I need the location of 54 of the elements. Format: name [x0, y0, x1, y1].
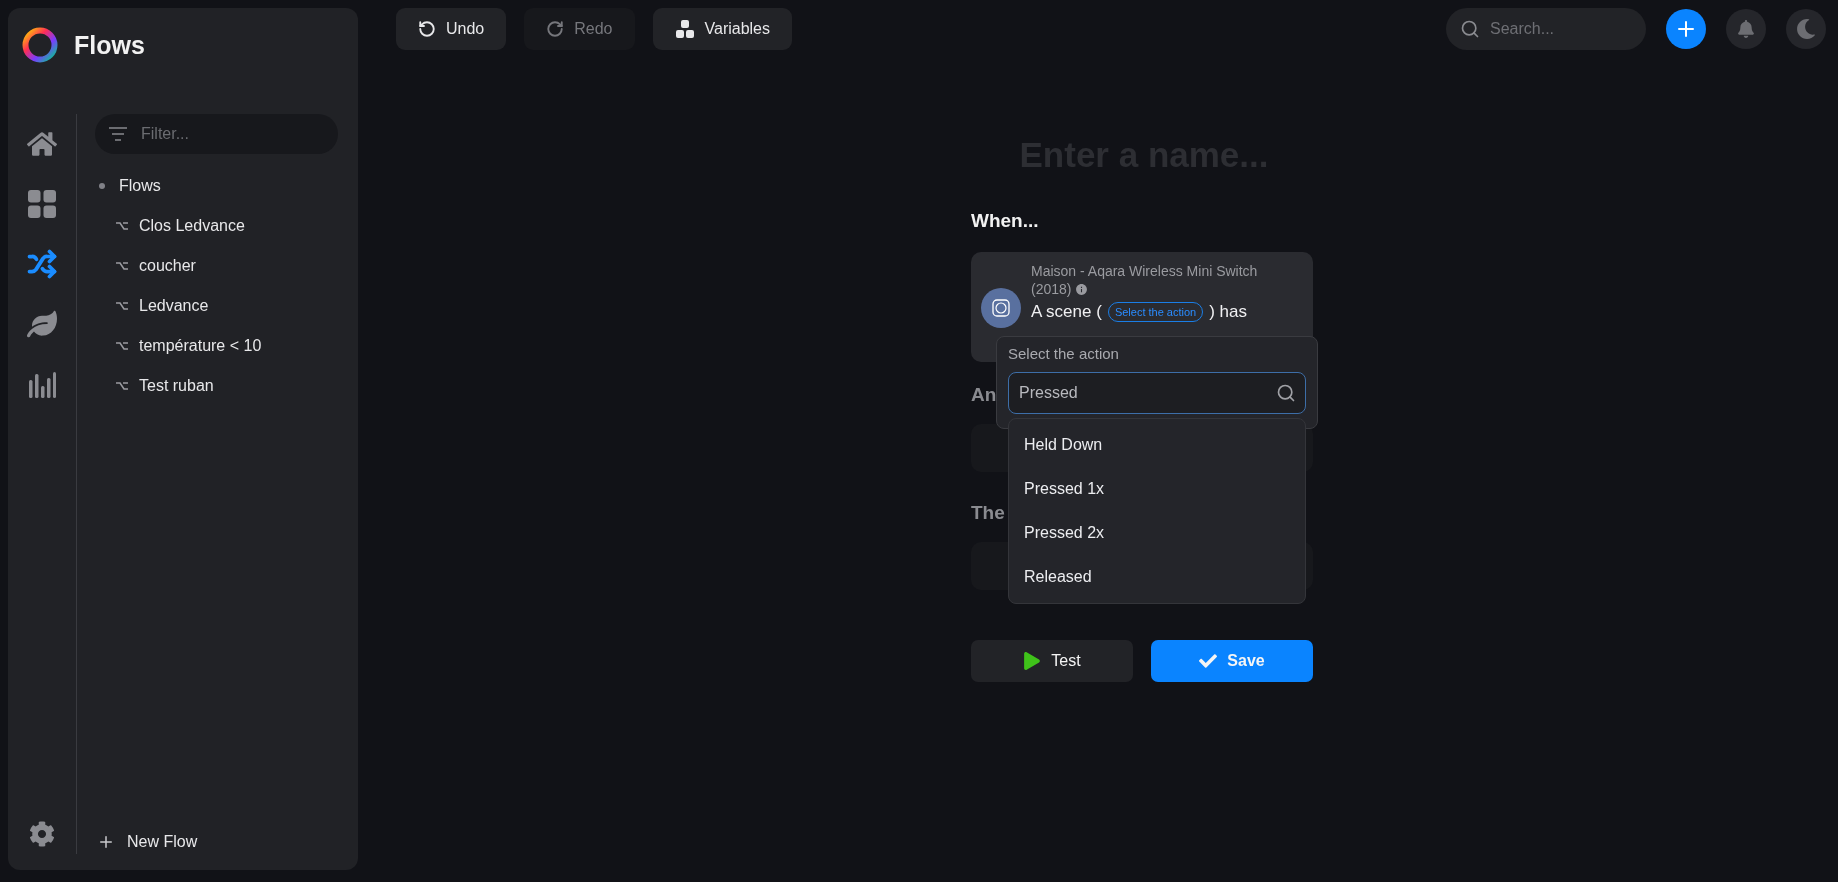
option-item[interactable]: Pressed 1x: [1009, 467, 1305, 511]
trigger-text: ) has: [1209, 302, 1247, 322]
flow-icon: [115, 301, 129, 311]
notifications-button[interactable]: [1726, 9, 1766, 49]
device-name: Maison - Aqara Wireless Mini Switch (2018): [1031, 263, 1258, 297]
option-item[interactable]: Held Down: [1009, 423, 1305, 467]
shuffle-icon: [27, 249, 57, 279]
option-item[interactable]: Pressed 2x: [1009, 511, 1305, 555]
plus-icon: [97, 833, 115, 851]
tree-item[interactable]: Test ruban: [139, 377, 214, 395]
tree-item[interactable]: coucher: [139, 257, 196, 275]
trigger-text: A scene (: [1031, 302, 1102, 322]
option-item[interactable]: Released: [1009, 555, 1305, 599]
flow-icon: [115, 341, 129, 351]
play-icon: [1023, 652, 1042, 670]
settings-icon: [29, 821, 55, 847]
toolbar-button[interactable]: Variables: [652, 8, 792, 50]
bell-icon: [1737, 20, 1755, 38]
tree-item[interactable]: Clos Ledvance: [139, 217, 245, 235]
flow-icon: [115, 381, 129, 391]
add-button[interactable]: [1666, 9, 1706, 49]
moon-icon: [1796, 19, 1816, 39]
bullet-icon: [99, 183, 105, 189]
device-icon: [981, 288, 1021, 328]
toolbar-button[interactable]: Undo: [396, 8, 507, 50]
search-field[interactable]: Search...: [1446, 8, 1646, 50]
section-heading: When...: [971, 210, 1039, 232]
check-icon: [1199, 652, 1218, 670]
tree-item[interactable]: Ledvance: [139, 297, 209, 315]
redo-icon: [546, 20, 565, 38]
action-search-field[interactable]: Pressed: [1008, 372, 1306, 414]
search-icon: [1460, 19, 1480, 39]
search-icon: [1276, 383, 1296, 403]
section-heading: An: [971, 384, 997, 406]
info-icon: [1075, 283, 1089, 296]
logo-icon: [22, 27, 58, 63]
tree-item[interactable]: température < 10: [139, 337, 262, 355]
new-flow-button[interactable]: New Flow: [95, 830, 338, 854]
app-title: Flows: [74, 30, 145, 60]
filter-field[interactable]: Filter...: [95, 114, 338, 154]
undo-icon: [418, 20, 436, 38]
tree-item[interactable]: Flows: [119, 177, 161, 195]
theme-button[interactable]: [1786, 9, 1826, 49]
test-button[interactable]: Test: [971, 640, 1133, 682]
filter-icon: [109, 127, 127, 141]
home-icon: [27, 129, 57, 159]
variables-icon: [674, 19, 695, 39]
leaf-icon: [27, 309, 57, 339]
flow-icon: [115, 261, 129, 271]
flow-icon: [115, 221, 129, 231]
popover-label: Select the action: [1008, 345, 1120, 362]
section-heading: The: [971, 502, 1005, 524]
bar-chart-icon: [28, 370, 56, 398]
grid-icon: [27, 189, 57, 219]
